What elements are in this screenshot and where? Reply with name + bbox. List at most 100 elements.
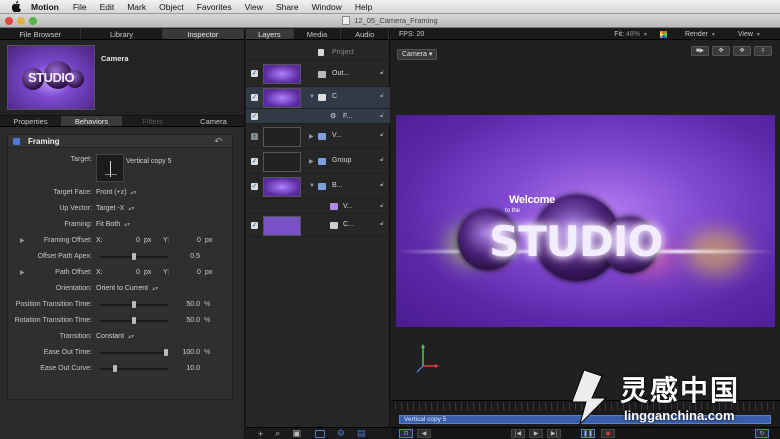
go-to-start-icon[interactable]: ◀ (417, 429, 431, 438)
fit-zoom-control[interactable]: Fit: 48% ▼ (614, 31, 648, 38)
minimize-window-button[interactable] (17, 17, 25, 25)
tab-properties[interactable]: Properties (0, 116, 61, 126)
layer-visibility-checkbox[interactable]: ✓ (251, 94, 258, 101)
layer-row-group[interactable]: ✓ ▶ Group 🔓︎ (246, 149, 390, 174)
menu-view[interactable]: View (245, 2, 263, 12)
tab-file-browser[interactable]: File Browser (0, 29, 82, 39)
zoom-window-button[interactable] (29, 17, 37, 25)
loop-icon[interactable]: ❚❚ (581, 429, 595, 438)
layer-row-vertical[interactable]: • ▶ V... 🔓︎ (246, 124, 390, 149)
thumbnail-toggle-icon[interactable]: ▣ (292, 428, 301, 439)
offset-path-apex-value[interactable]: 0.5 (178, 251, 200, 263)
layer-row-framing-behavior[interactable]: ✓ ⚙ F... 🔓︎ (246, 109, 390, 124)
layer-visibility-checkbox[interactable]: ✓ (251, 113, 258, 120)
camera-selector[interactable]: Camera ▾ (397, 49, 438, 60)
previous-frame-icon[interactable]: |◀ (511, 429, 525, 438)
add-layer-icon[interactable]: + (258, 429, 263, 439)
layer-row-video[interactable]: V... 🔓︎ (246, 199, 390, 214)
transition-popup[interactable]: Constant ▴▾ (96, 331, 134, 343)
tab-inspector[interactable]: Inspector (162, 29, 244, 39)
path-offset-x[interactable]: 0 (136, 267, 140, 279)
next-frame-icon[interactable]: ▶| (547, 429, 561, 438)
menu-app-name[interactable]: Motion (31, 2, 59, 12)
render-menu[interactable]: Render ▼ (685, 31, 716, 38)
lock-icon[interactable]: 🔓︎ (380, 182, 384, 189)
framing-offset-x[interactable]: 0 (136, 235, 140, 247)
menu-object[interactable]: Object (159, 2, 184, 12)
orientation-popup[interactable]: Orient to Current ▴▾ (96, 283, 158, 295)
layer-row-color[interactable]: ✓ C... 🔓︎ (246, 214, 390, 237)
apple-icon[interactable] (10, 1, 22, 12)
layer-row-project[interactable]: Project (246, 46, 390, 60)
menu-mark[interactable]: Mark (127, 2, 146, 12)
ease-out-time-slider[interactable] (100, 349, 168, 356)
camera-view-icon[interactable]: ■▶ (691, 46, 709, 56)
layer-visibility-checkbox[interactable]: ✓ (251, 70, 258, 77)
menu-edit[interactable]: Edit (100, 2, 115, 12)
layer-visibility-checkbox[interactable]: ✓ (251, 183, 258, 190)
orbit-camera-icon[interactable]: ✥ (733, 46, 751, 56)
tab-audio[interactable]: Audio (341, 29, 390, 39)
tab-layers[interactable]: Layers (246, 29, 294, 39)
disclosure-triangle-icon[interactable]: ▶ (20, 267, 25, 279)
framing-enable-checkbox[interactable] (13, 137, 20, 145)
ease-out-time-value[interactable]: 100.0 (178, 347, 200, 359)
rotation-transition-slider[interactable] (100, 317, 168, 324)
reset-icon[interactable]: ↶ (214, 136, 222, 147)
close-window-button[interactable] (5, 17, 13, 25)
disclosure-triangle-icon[interactable]: ▼ (309, 183, 315, 189)
menu-share[interactable]: Share (276, 2, 299, 12)
disclosure-triangle-icon[interactable]: ▼ (309, 94, 315, 100)
loop-playback-icon[interactable]: ↻ (755, 429, 769, 438)
offset-path-apex-slider[interactable] (100, 253, 168, 260)
layer-row-output[interactable]: ✓ Out... 🔓︎ (246, 62, 390, 87)
disclosure-triangle-icon[interactable]: ▶ (309, 158, 314, 165)
lock-icon[interactable]: 🔓︎ (380, 203, 384, 210)
color-channels-icon[interactable] (659, 30, 667, 38)
menu-favorites[interactable]: Favorites (197, 2, 232, 12)
disclosure-triangle-icon[interactable]: ▶ (309, 133, 314, 140)
layer-visibility-checkbox[interactable]: ✓ (251, 158, 258, 165)
menu-window[interactable]: Window (312, 2, 342, 12)
menu-file[interactable]: File (73, 2, 87, 12)
layer-row-camera[interactable]: ✓ ▼ C 🔓︎ (246, 87, 390, 109)
up-vector-popup[interactable]: Target -X ▴▾ (96, 203, 134, 215)
lock-icon[interactable]: 🔓︎ (380, 113, 384, 120)
framing-offset-y[interactable]: 0 (197, 235, 201, 247)
group-toggle-icon[interactable]: ▤ (357, 428, 366, 439)
ease-out-curve-value[interactable]: 10.0 (178, 363, 200, 375)
path-offset-y[interactable]: 0 (197, 267, 201, 279)
lock-icon[interactable]: 🔓︎ (380, 221, 384, 228)
mute-icon[interactable]: ◉ (601, 429, 615, 438)
target-face-popup[interactable]: Front (+z) ▴▾ (96, 187, 137, 199)
position-transition-slider[interactable] (100, 301, 168, 308)
tab-media[interactable]: Media (294, 29, 342, 39)
play-icon[interactable]: ▶ (529, 429, 543, 438)
search-icon[interactable]: ⌕ (275, 428, 280, 439)
tab-behaviors[interactable]: Behaviors (61, 116, 122, 126)
ease-out-curve-slider[interactable] (100, 365, 168, 372)
record-icon[interactable]: ⊡ (399, 429, 413, 438)
view-menu[interactable]: View ▼ (738, 31, 761, 38)
rotation-transition-value[interactable]: 50.0 (178, 315, 200, 327)
pan-camera-icon[interactable]: ✥ (712, 46, 730, 56)
layer-view-icon[interactable] (314, 429, 325, 438)
lock-icon[interactable]: 🔓︎ (380, 93, 384, 100)
menu-help[interactable]: Help (355, 2, 372, 12)
position-transition-value[interactable]: 50.0 (178, 299, 200, 311)
lock-icon[interactable]: 🔓︎ (380, 157, 384, 164)
framing-popup[interactable]: Fit Both ▴▾ (96, 219, 130, 231)
dolly-camera-icon[interactable]: ⇳ (754, 46, 772, 56)
lock-icon[interactable]: 🔓︎ (380, 70, 384, 77)
canvas-scene[interactable]: Welcome to the STUDIO (396, 115, 775, 327)
layer-visibility-checkbox[interactable]: • (251, 133, 258, 140)
param-orientation: Orientation: Orient to Current ▴▾ (8, 283, 234, 295)
options-icon[interactable]: ⚙ (337, 428, 345, 439)
tab-library[interactable]: Library (81, 29, 163, 39)
layer-visibility-checkbox[interactable]: ✓ (251, 222, 258, 229)
tab-camera[interactable]: Camera (183, 116, 244, 126)
tab-filters[interactable]: Filters (122, 116, 183, 126)
disclosure-triangle-icon[interactable]: ▶ (20, 235, 25, 247)
layer-row-background-group[interactable]: ✓ ▼ B... 🔓︎ (246, 174, 390, 199)
lock-icon[interactable]: 🔓︎ (380, 132, 384, 139)
